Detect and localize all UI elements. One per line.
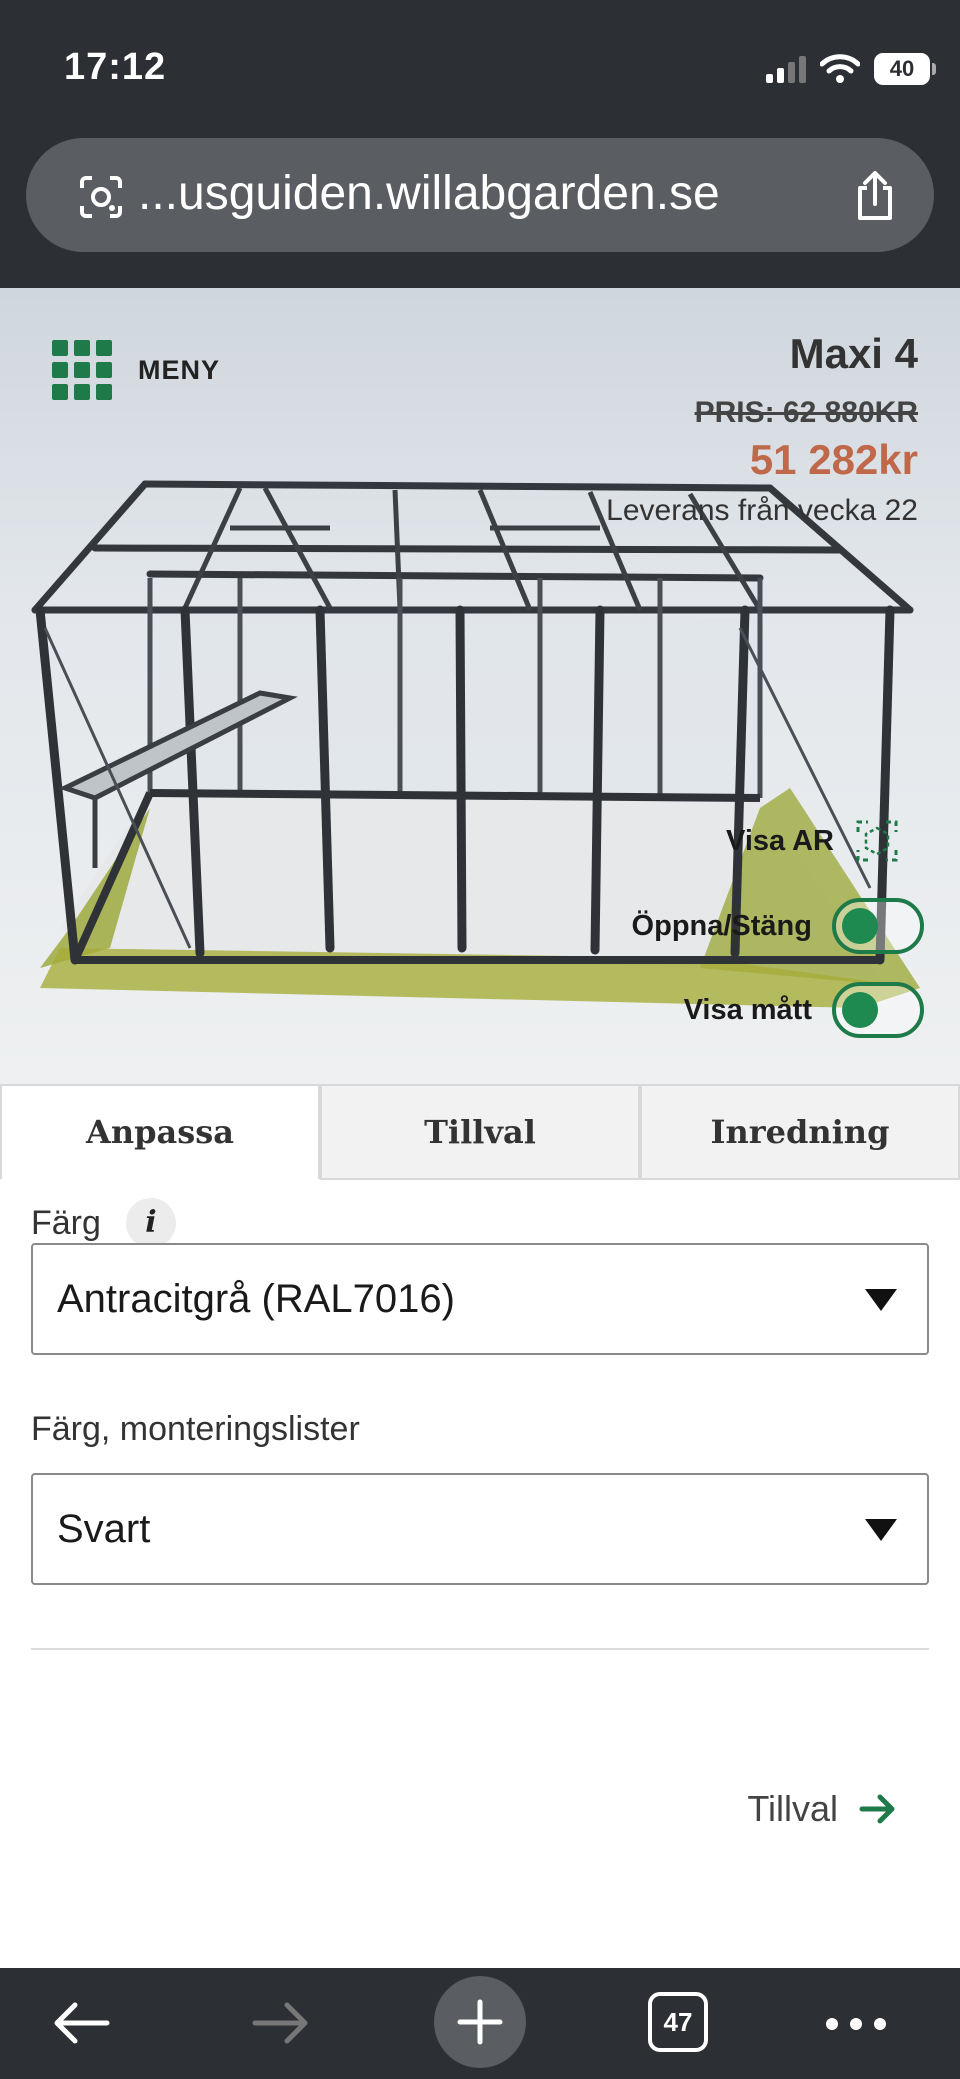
ar-row[interactable]: Visa AR bbox=[726, 818, 924, 864]
ar-label[interactable]: Visa AR bbox=[726, 825, 834, 858]
strip-color-select[interactable]: Svart bbox=[31, 1473, 929, 1585]
share-icon[interactable] bbox=[852, 170, 898, 222]
delivery-info: Leverans från vecka 22 bbox=[606, 494, 918, 527]
product-3d-viewer[interactable]: MENY Maxi 4 PRIS: 62 880KR 51 282kr Leve… bbox=[0, 288, 960, 1084]
color-select-value: Antracitgrå (RAL7016) bbox=[57, 1277, 455, 1321]
url-text[interactable]: ...usguiden.willabgarden.se bbox=[138, 166, 720, 221]
new-tab-button[interactable] bbox=[434, 1976, 526, 2068]
old-price: PRIS: 62 880KR bbox=[694, 396, 918, 429]
plus-icon[interactable] bbox=[456, 1998, 504, 2046]
grid-menu-icon bbox=[52, 340, 112, 400]
battery-icon: 40 bbox=[874, 53, 936, 85]
open-close-row: Öppna/Stäng bbox=[632, 898, 924, 954]
divider bbox=[31, 1648, 929, 1650]
back-icon[interactable] bbox=[51, 2001, 111, 2045]
next-step-label[interactable]: Tillval bbox=[747, 1788, 838, 1830]
open-close-toggle[interactable] bbox=[832, 898, 924, 954]
strip-color-select-value: Svart bbox=[57, 1507, 151, 1551]
color-select[interactable]: Antracitgrå (RAL7016) bbox=[31, 1243, 929, 1355]
menu-button[interactable]: MENY bbox=[52, 340, 220, 400]
camera-search-icon[interactable] bbox=[78, 174, 124, 220]
status-icons: 40 bbox=[766, 52, 936, 86]
show-measure-label: Visa mått bbox=[683, 993, 812, 1026]
caret-down-icon bbox=[865, 1519, 897, 1541]
color-label: Färg bbox=[31, 1204, 101, 1242]
signal-icon bbox=[766, 55, 806, 83]
browser-bottom-bar: 47 bbox=[0, 1968, 960, 2079]
sale-price: 51 282kr bbox=[749, 436, 918, 483]
show-measure-toggle[interactable] bbox=[832, 982, 924, 1038]
info-icon[interactable]: i bbox=[126, 1198, 176, 1248]
open-close-label: Öppna/Stäng bbox=[631, 909, 812, 942]
tab-inredning[interactable]: Inredning bbox=[640, 1084, 960, 1180]
forward-button[interactable] bbox=[244, 1986, 318, 2060]
more-icon[interactable] bbox=[826, 2018, 886, 2030]
forward-icon[interactable] bbox=[251, 2001, 311, 2045]
menu-label: MENY bbox=[138, 354, 221, 385]
show-measure-row: Visa mått bbox=[684, 982, 924, 1038]
tab-tillval[interactable]: Tillval bbox=[320, 1084, 640, 1180]
caret-down-icon bbox=[865, 1289, 897, 1311]
url-bar[interactable]: ...usguiden.willabgarden.se bbox=[26, 138, 934, 252]
tab-anpassa[interactable]: Anpassa bbox=[0, 1084, 320, 1180]
wifi-icon bbox=[820, 54, 860, 83]
config-tabs: Anpassa Tillval Inredning bbox=[0, 1084, 960, 1180]
arrow-right-icon[interactable] bbox=[858, 1793, 898, 1825]
strip-color-label: Färg, monteringslister bbox=[31, 1410, 360, 1448]
tabs-icon[interactable]: 47 bbox=[648, 1992, 708, 2052]
product-name: Maxi 4 bbox=[789, 330, 918, 377]
next-step-link[interactable]: Tillval bbox=[747, 1788, 898, 1830]
back-button[interactable] bbox=[44, 1986, 118, 2060]
ar-scan-icon[interactable] bbox=[854, 818, 900, 864]
status-time: 17:12 bbox=[64, 46, 167, 88]
browser-top-chrome: 17:12 40 ...usguiden.willabgarden.se bbox=[0, 0, 960, 288]
